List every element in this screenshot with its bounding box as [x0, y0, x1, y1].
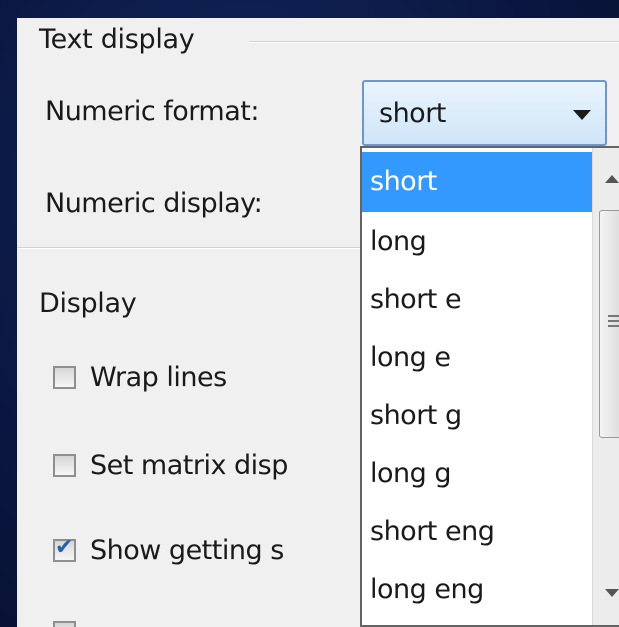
text-display-group-line	[249, 41, 619, 43]
numeric-format-label: Numeric format:	[45, 96, 259, 127]
dropdown-option-long-g[interactable]: long g	[362, 444, 593, 504]
dropdown-option-long[interactable]: long	[362, 212, 593, 272]
scrollbar-thumb[interactable]	[599, 210, 619, 438]
grip-line	[608, 325, 619, 327]
partial-checkbox[interactable]	[53, 621, 76, 627]
dropdown-option-short-e[interactable]: short e	[362, 270, 593, 330]
dropdown-option-short[interactable]: short	[362, 152, 593, 212]
getting-started-label[interactable]: Show getting s	[90, 535, 284, 566]
numeric-format-dropdown-list: short long short e long e short g long g…	[360, 146, 619, 627]
scroll-up-arrow-icon[interactable]	[605, 175, 619, 183]
numeric-format-select[interactable]: short	[362, 80, 607, 146]
dropdown-option-short-eng[interactable]: short eng	[362, 502, 593, 562]
grip-line	[608, 315, 619, 317]
numeric-display-label: Numeric display:	[45, 188, 263, 219]
chevron-down-icon	[573, 110, 591, 120]
wrap-lines-checkbox[interactable]	[53, 366, 76, 389]
getting-started-checkbox[interactable]: ✔	[53, 535, 76, 562]
preferences-dialog: Text display Numeric format: short Numer…	[17, 18, 619, 627]
matrix-display-checkbox[interactable]	[53, 454, 76, 477]
grip-line	[608, 320, 619, 322]
dropdown-option-short-g[interactable]: short g	[362, 386, 593, 446]
numeric-format-value: short	[379, 98, 446, 129]
checkmark-icon: ✔	[55, 535, 74, 560]
dropdown-option-long-e[interactable]: long e	[362, 328, 593, 388]
display-group-title: Display	[39, 288, 137, 319]
dropdown-option-long-eng[interactable]: long eng	[362, 560, 593, 620]
matrix-display-label[interactable]: Set matrix disp	[90, 450, 288, 481]
dropdown-scrollbar[interactable]	[592, 148, 619, 625]
text-display-group-title: Text display	[39, 24, 195, 55]
scroll-down-arrow-icon[interactable]	[605, 589, 619, 597]
display-group-line	[17, 247, 360, 249]
wrap-lines-label[interactable]: Wrap lines	[90, 362, 227, 393]
